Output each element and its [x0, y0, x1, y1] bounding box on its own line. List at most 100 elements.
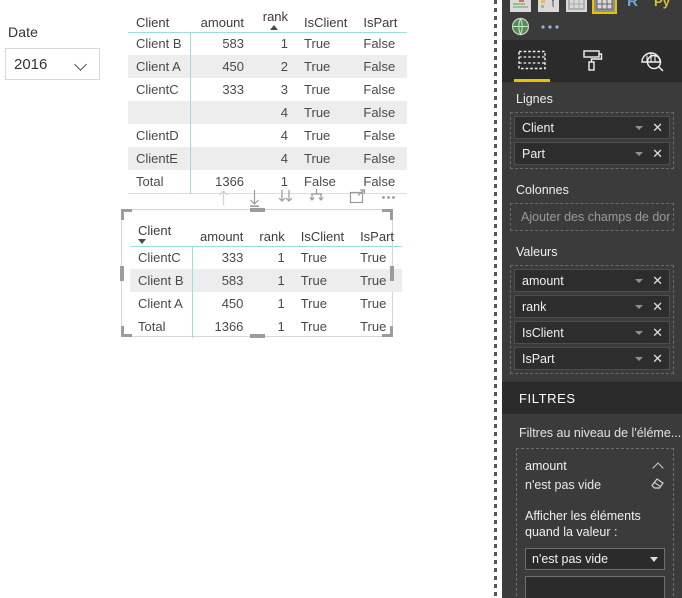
waterfall-chart-icon[interactable]	[510, 0, 531, 12]
filter-condition-dropdown[interactable]: n'est pas vide	[525, 548, 665, 570]
chevron-down-icon[interactable]	[635, 151, 644, 156]
pane-divider[interactable]	[494, 0, 498, 598]
field-wells: Lignes Client ✕ Part ✕ Colonnes Ajouter …	[502, 82, 682, 378]
filter-card-prompt-line2: quand la valeur :	[525, 525, 618, 539]
remove-field-icon[interactable]: ✕	[652, 147, 665, 160]
visualizations-gallery: R Py	[502, 0, 682, 41]
col-header-isclient[interactable]: IsClient	[296, 2, 356, 33]
table-row[interactable]: Client A 450 1 True True	[130, 292, 402, 315]
field-chip-isclient[interactable]: IsClient ✕	[514, 321, 670, 344]
more-visuals-icon[interactable]	[538, 16, 564, 37]
cell-client: ClientD	[136, 128, 179, 143]
table-row[interactable]: ClientC 333 1 True True	[130, 246, 402, 269]
table-row[interactable]: 4 True False	[128, 101, 408, 124]
resize-handle-bottom-center[interactable]	[250, 334, 265, 338]
field-chip-rank[interactable]: rank ✕	[514, 295, 670, 318]
col-header-client[interactable]: Client	[128, 2, 191, 33]
cell-isclient: True	[304, 128, 331, 143]
col-header-amount[interactable]: amount	[192, 216, 252, 247]
remove-field-icon[interactable]: ✕	[652, 326, 665, 339]
chevron-down-icon[interactable]	[635, 278, 644, 283]
cell-ispart: True	[360, 296, 387, 311]
resize-handle-middle-left[interactable]	[120, 266, 124, 281]
funnel-chart-icon[interactable]	[538, 0, 559, 12]
col-header-rank[interactable]: rank	[252, 2, 297, 33]
pane-tabs	[502, 40, 682, 82]
matrix-top-body: Client B 583 1 True False Client A 450 2…	[128, 32, 408, 193]
chevron-down-icon[interactable]	[635, 125, 644, 130]
chevron-down-icon[interactable]	[635, 356, 644, 361]
col-header-isclient[interactable]: IsClient	[292, 216, 353, 247]
expand-all-down-icon[interactable]	[277, 188, 294, 207]
focus-mode-icon[interactable]	[349, 188, 366, 207]
col-header-amount[interactable]: amount	[190, 2, 253, 33]
fields-grid-icon	[517, 49, 547, 74]
well-colonnes-placeholder: Ajouter des champs de don...	[521, 210, 670, 224]
well-label-colonnes: Colonnes	[516, 183, 569, 197]
col-header-ispart[interactable]: IsPart	[355, 2, 408, 33]
remove-field-icon[interactable]: ✕	[652, 274, 665, 287]
cell-amount: 583	[191, 269, 252, 292]
table-row[interactable]: Client A 450 2 True False	[128, 55, 408, 78]
table-row[interactable]: ClientD 4 True False	[128, 124, 407, 147]
table-total-row[interactable]: Total 1366 1 True True	[130, 315, 402, 338]
cell-rank: 1	[277, 273, 285, 288]
filters-header[interactable]: FILTRES	[502, 382, 682, 414]
python-visual-icon[interactable]: Py	[650, 0, 674, 12]
eraser-icon[interactable]	[650, 475, 665, 495]
go-to-next-level-icon[interactable]	[308, 188, 325, 207]
tab-format[interactable]	[562, 40, 622, 82]
resize-handle-middle-right[interactable]	[390, 266, 394, 281]
field-chip-ispart[interactable]: IsPart ✕	[514, 347, 670, 370]
field-chip-ispart-label: IsPart	[522, 351, 555, 366]
arcgis-maps-icon[interactable]	[510, 16, 531, 37]
date-slicer[interactable]: Date 2016	[5, 24, 100, 80]
field-chip-amount[interactable]: amount ✕	[514, 269, 670, 292]
chevron-up-icon[interactable]	[652, 462, 665, 470]
cell-ispart: True	[360, 250, 387, 266]
tab-analytics[interactable]	[622, 40, 682, 82]
table-row[interactable]: Client B 583 1 True True	[130, 269, 403, 292]
tab-fields[interactable]	[502, 40, 562, 82]
filter-value-input[interactable]	[525, 576, 665, 598]
resize-handle-bottom-right-b[interactable]	[382, 334, 393, 337]
matrix-visual-icon[interactable]	[592, 0, 617, 14]
resize-handle-bottom-left-b[interactable]	[121, 334, 132, 337]
resize-handle-top-center[interactable]	[250, 208, 265, 212]
resize-handle-top-left-b[interactable]	[121, 209, 132, 212]
well-valeurs[interactable]: amount ✕ rank ✕ IsClient ✕ IsPart ✕	[510, 265, 674, 374]
table-visual-icon[interactable]	[566, 0, 587, 12]
chevron-down-icon[interactable]	[635, 304, 644, 309]
col-header-rank[interactable]: rank	[251, 216, 293, 247]
table-row[interactable]: Client B 583 1 True False	[128, 32, 407, 55]
col-header-ispart[interactable]: IsPart	[352, 216, 403, 247]
filters-pane: Filtres au niveau de l'éléme... amount n…	[502, 414, 682, 598]
viz-gallery-row-1: R Py	[510, 0, 674, 14]
drill-down-icon[interactable]	[246, 188, 263, 208]
cell-client: ClientC	[136, 82, 179, 97]
remove-field-icon[interactable]: ✕	[652, 121, 665, 134]
chevron-down-icon[interactable]	[635, 330, 644, 335]
matrix-visual-bottom[interactable]: Client amount rank IsClient IsPart Clien…	[120, 208, 403, 338]
drill-up-icon[interactable]	[215, 188, 232, 207]
remove-field-icon[interactable]: ✕	[652, 352, 665, 365]
field-chip-part[interactable]: Part ✕	[514, 142, 670, 165]
table-row[interactable]: ClientE 4 True False	[128, 147, 408, 170]
well-colonnes[interactable]: Ajouter des champs de don...	[510, 203, 674, 231]
remove-field-icon[interactable]: ✕	[652, 300, 665, 313]
r-script-visual-icon[interactable]: R	[622, 0, 643, 12]
filter-card-summary: n'est pas vide	[525, 478, 602, 492]
field-chip-client[interactable]: Client ✕	[514, 116, 670, 139]
filter-card-amount[interactable]: amount n'est pas vide Afficher les éléme…	[516, 448, 674, 598]
chevron-down-icon[interactable]	[75, 60, 89, 69]
cell-isclient: True	[304, 59, 331, 74]
table-row[interactable]: ClientC 333 3 True False	[128, 78, 407, 101]
matrix-visual-top[interactable]: Client amount rank IsClient IsPart Clien…	[128, 2, 408, 194]
col-header-client[interactable]: Client	[130, 216, 193, 247]
resize-handle-top-right-b[interactable]	[382, 209, 393, 212]
chevron-down-icon[interactable]	[650, 556, 658, 562]
cell-client: Client A	[138, 296, 183, 311]
well-lignes[interactable]: Client ✕ Part ✕	[510, 112, 674, 169]
date-slicer-dropdown[interactable]: 2016	[5, 48, 100, 80]
more-options-icon[interactable]	[380, 188, 397, 207]
